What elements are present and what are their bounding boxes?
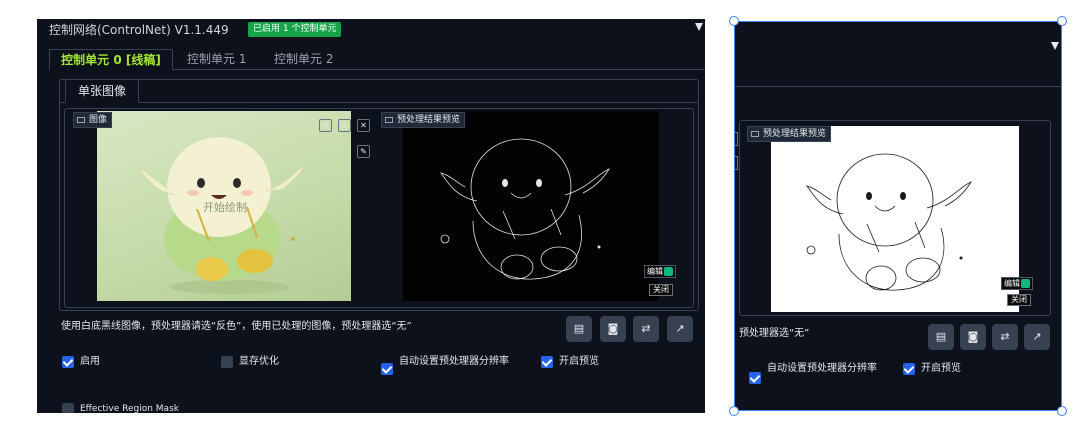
enable-checkbox[interactable] xyxy=(62,356,74,368)
edit-icon xyxy=(664,267,673,276)
document-icon: ▤ xyxy=(573,322,585,335)
image-icon xyxy=(77,116,85,123)
tab-unit-0[interactable]: 控制单元 0 [线稿] xyxy=(49,49,173,70)
image-label: 图像 xyxy=(73,112,113,128)
tab-unit-1[interactable]: 控制单元 1 xyxy=(187,49,246,70)
subtab-divider xyxy=(59,102,699,103)
image-icon xyxy=(751,130,759,137)
region-mask-checkbox[interactable] xyxy=(62,403,74,413)
preprocessor-preview-image xyxy=(403,111,659,301)
preview-checkbox[interactable] xyxy=(903,363,915,375)
enabled-units-badge: 已启用 1 个控制单元 xyxy=(248,22,342,37)
usage-hint: 使用白底黑线图像，预处理器请选“反色”，使用已处理的图像，预处理器选“无” xyxy=(61,321,412,332)
new-canvas-button[interactable]: ▤ xyxy=(566,316,592,342)
swap-icon: ⇄ xyxy=(641,322,651,335)
swap-button[interactable]: ⇄ xyxy=(633,316,659,342)
accordion-header[interactable]: 控制网络(ControlNet) V1.1.449 已启用 1 个控制单元 xyxy=(37,19,705,41)
camera-icon: ◙ xyxy=(967,330,979,343)
mini-button-edge xyxy=(735,156,738,170)
tab-unit-2[interactable]: 控制单元 2 xyxy=(274,49,333,70)
new-canvas-button[interactable]: ▤ xyxy=(928,324,954,350)
panel-title: 控制网络(ControlNet) V1.1.449 xyxy=(49,23,229,37)
swap-button[interactable]: ⇄ xyxy=(992,324,1018,350)
enable-label: 启用 xyxy=(80,356,100,367)
rotate-icon[interactable]: ↺ xyxy=(319,119,332,132)
collapse-triangle-icon[interactable] xyxy=(695,23,703,31)
usage-hint: 预处理器选“无” xyxy=(739,328,810,339)
camera-button[interactable]: ◙ xyxy=(960,324,986,350)
close-preview-button[interactable]: 关闭 xyxy=(649,284,673,296)
mini-button-edge xyxy=(735,132,738,146)
pixel-perfect-checkbox[interactable] xyxy=(749,372,761,384)
divider xyxy=(735,86,1061,87)
image-icon xyxy=(385,116,393,123)
edit-icon xyxy=(1021,279,1030,288)
selected-preview-panel[interactable]: 预处理结果预览 编辑 关闭 预处理器选“无” ▤ ◙ ⇄ ↗ 自动设置预处理器分… xyxy=(734,21,1062,411)
arrow-up-right-icon: ↗ xyxy=(675,322,685,335)
arrow-up-right-icon: ↗ xyxy=(1032,330,1042,343)
lineart-light-illustration xyxy=(806,153,972,291)
lowvram-label: 显存优化 xyxy=(239,356,279,367)
edit-button[interactable]: 编辑 xyxy=(1001,277,1033,290)
pixel-perfect-checkbox[interactable] xyxy=(381,363,393,375)
preview-checkbox[interactable] xyxy=(541,356,553,368)
document-icon: ▤ xyxy=(935,330,947,343)
lowvram-checkbox[interactable] xyxy=(221,356,233,368)
lineart-dark-illustration xyxy=(440,138,610,280)
close-icon[interactable]: ✕ xyxy=(357,119,370,132)
preview-label-text: 开启预览 xyxy=(921,363,961,374)
resize-handle-bottom-left[interactable] xyxy=(729,406,739,416)
pixel-perfect-label: 自动设置预处理器分辨率 xyxy=(399,356,509,367)
brush-icon[interactable]: ✎ xyxy=(357,145,370,158)
draw-watermark: 开始绘制 xyxy=(203,201,247,214)
region-mask-label: Effective Region Mask xyxy=(80,404,179,413)
send-dimensions-button[interactable]: ↗ xyxy=(667,316,693,342)
edit-button[interactable]: 编辑 xyxy=(644,265,676,278)
controlnet-panel: 控制网络(ControlNet) V1.1.449 已启用 1 个控制单元 控制… xyxy=(37,19,705,413)
resize-handle-top-right[interactable] xyxy=(1057,16,1067,26)
resize-handle-top-left[interactable] xyxy=(729,16,739,26)
erase-icon[interactable]: ⌀ xyxy=(338,119,351,132)
camera-icon: ◙ xyxy=(607,322,619,335)
camera-button[interactable]: ◙ xyxy=(600,316,626,342)
preview-label: 预处理结果预览 xyxy=(381,112,466,128)
swap-icon: ⇄ xyxy=(1000,330,1010,343)
preview-label: 预处理结果预览 xyxy=(747,126,832,142)
preprocessor-preview-image xyxy=(771,126,1019,312)
close-preview-button[interactable]: 关闭 xyxy=(1007,294,1031,306)
send-dimensions-button[interactable]: ↗ xyxy=(1024,324,1050,350)
collapse-triangle-icon[interactable] xyxy=(1051,42,1059,50)
pixel-perfect-label: 自动设置预处理器分辨率 xyxy=(767,363,877,374)
preview-label-text: 开启预览 xyxy=(559,356,599,367)
resize-handle-bottom-right[interactable] xyxy=(1057,406,1067,416)
tab-single-image[interactable]: 单张图像 xyxy=(65,79,139,103)
